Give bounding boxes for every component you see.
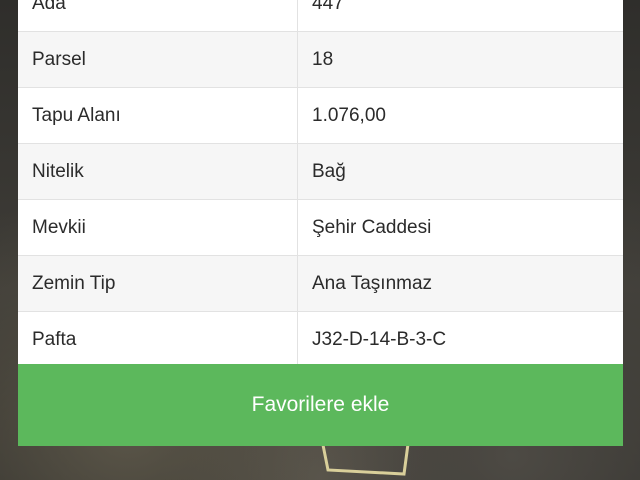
label-tapu-alani: Tapu Alanı [18, 88, 298, 143]
value-mevkii: Şehir Caddesi [312, 216, 432, 238]
parcel-info-table: Ada 447 Parsel 18 Tapu Alanı 1.076,00 Ni… [18, 0, 623, 367]
row-parsel: Parsel 18 [18, 32, 623, 88]
label-parsel: Parsel [18, 32, 298, 87]
row-pafta: Pafta J32-D-14-B-3-C [18, 312, 623, 367]
value-ada: 447 [312, 0, 344, 14]
value-pafta: J32-D-14-B-3-C [312, 328, 447, 350]
value-zemin-tip: Ana Taşınmaz [312, 272, 433, 294]
value-nitelik: Bağ [312, 160, 346, 182]
value-tapu-alani: 1.076,00 [312, 104, 386, 126]
row-zemin-tip: Zemin Tip Ana Taşınmaz [18, 256, 623, 312]
row-nitelik: Nitelik Bağ [18, 144, 623, 200]
row-ada: Ada 447 [18, 0, 623, 32]
label-pafta: Pafta [18, 312, 298, 367]
label-ada: Ada [18, 0, 298, 31]
label-nitelik: Nitelik [18, 144, 298, 199]
label-mevkii: Mevkii [18, 200, 298, 255]
row-mevkii: Mevkii Şehir Caddesi [18, 200, 623, 256]
label-zemin-tip: Zemin Tip [18, 256, 298, 311]
add-to-favorites-button[interactable]: Favorilere ekle [18, 364, 623, 446]
value-parsel: 18 [312, 48, 334, 70]
row-tapu-alani: Tapu Alanı 1.076,00 [18, 88, 623, 144]
